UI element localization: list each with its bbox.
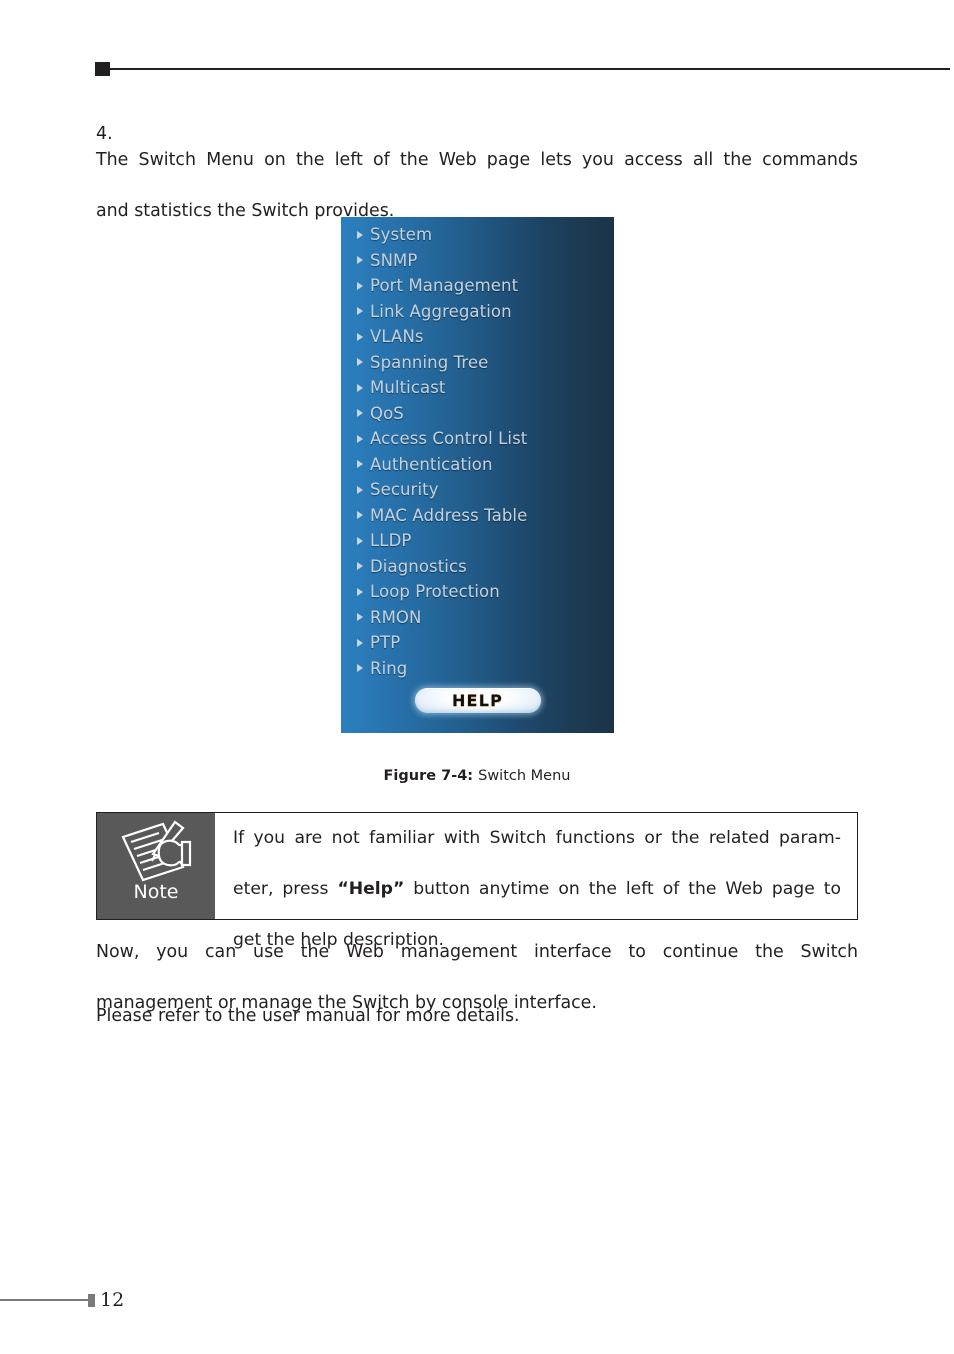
step-line-1: The Switch Menu on the left of the Web p… xyxy=(96,149,858,170)
menu-item-mac-address-table[interactable]: MAC Address Table xyxy=(341,503,614,529)
menu-item-label: Link Aggregation xyxy=(370,301,512,321)
chevron-right-icon xyxy=(357,332,363,341)
chevron-right-icon xyxy=(357,562,363,571)
step-paragraph: 4. The Switch Menu on the left of the We… xyxy=(96,122,858,224)
menu-item-link-aggregation[interactable]: Link Aggregation xyxy=(341,299,614,325)
menu-item-label: SNMP xyxy=(370,250,418,270)
menu-item-system[interactable]: System xyxy=(341,222,614,248)
note-writing-hand-icon xyxy=(119,820,193,882)
help-button[interactable]: HELP xyxy=(414,688,541,713)
note-label: Note xyxy=(133,881,179,903)
chevron-right-icon xyxy=(357,358,363,367)
switch-menu-panel: System SNMP Port Management Link Aggrega… xyxy=(341,217,614,733)
menu-item-snmp[interactable]: SNMP xyxy=(341,248,614,274)
chevron-right-icon xyxy=(357,664,363,673)
menu-item-vlans[interactable]: VLANs xyxy=(341,324,614,350)
figure-number: Figure 7-4: xyxy=(383,768,474,784)
menu-item-diagnostics[interactable]: Diagnostics xyxy=(341,554,614,580)
figure-caption: Figure 7-4: Switch Menu xyxy=(0,768,954,784)
menu-item-ring[interactable]: Ring xyxy=(341,656,614,682)
note-line-2-suffix: button anytime on the left of the Web pa… xyxy=(404,879,841,899)
menu-item-multicast[interactable]: Multicast xyxy=(341,375,614,401)
note-icon-panel: Note xyxy=(97,813,215,919)
page-number: 12 xyxy=(100,1288,125,1311)
chevron-right-icon xyxy=(357,638,363,647)
menu-item-label: MAC Address Table xyxy=(370,505,528,525)
note-line-2: eter, press “Help” button anytime on the… xyxy=(233,877,841,928)
menu-item-port-management[interactable]: Port Management xyxy=(341,273,614,299)
menu-item-label: VLANs xyxy=(370,327,424,347)
menu-item-label: System xyxy=(370,225,433,245)
page-header-rule xyxy=(95,62,950,76)
menu-item-label: PTP xyxy=(370,633,401,653)
switch-menu-list: System SNMP Port Management Link Aggrega… xyxy=(341,222,614,681)
header-square-marker xyxy=(95,62,110,76)
chevron-right-icon xyxy=(357,511,363,520)
note-text: If you are not familiar with Switch func… xyxy=(215,813,857,950)
menu-item-rmon[interactable]: RMON xyxy=(341,605,614,631)
chevron-right-icon xyxy=(357,536,363,545)
chevron-right-icon xyxy=(357,383,363,392)
footer-square-marker xyxy=(88,1293,95,1307)
menu-item-label: Security xyxy=(370,480,439,500)
menu-item-spanning-tree[interactable]: Spanning Tree xyxy=(341,350,614,376)
menu-item-label: Loop Protection xyxy=(370,582,500,602)
chevron-right-icon xyxy=(357,613,363,622)
closing-paragraph-2: Please refer to the user manual for more… xyxy=(96,1004,858,1030)
chevron-right-icon xyxy=(357,307,363,316)
chevron-right-icon xyxy=(357,409,363,418)
menu-item-label: Ring xyxy=(370,658,408,678)
menu-item-loop-protection[interactable]: Loop Protection xyxy=(341,579,614,605)
menu-item-label: Authentication xyxy=(370,454,493,474)
chevron-right-icon xyxy=(357,485,363,494)
chevron-right-icon xyxy=(357,434,363,443)
chevron-right-icon xyxy=(357,256,363,265)
chevron-right-icon xyxy=(357,230,363,239)
note-line-2-prefix: eter, press xyxy=(233,879,338,899)
menu-item-authentication[interactable]: Authentication xyxy=(341,452,614,478)
help-keyword: “Help” xyxy=(337,879,405,899)
menu-item-qos[interactable]: QoS xyxy=(341,401,614,427)
note-box: Note If you are not familiar with Switch… xyxy=(96,812,858,950)
step-body: The Switch Menu on the left of the Web p… xyxy=(96,148,858,221)
chevron-right-icon xyxy=(357,587,363,596)
chevron-right-icon xyxy=(357,281,363,290)
menu-item-security[interactable]: Security xyxy=(341,477,614,503)
menu-item-label: QoS xyxy=(370,403,404,423)
menu-item-label: Diagnostics xyxy=(370,556,467,576)
closing-paragraph-2-text: Please refer to the user manual for more… xyxy=(96,1006,520,1026)
menu-item-access-control-list[interactable]: Access Control List xyxy=(341,426,614,452)
menu-item-lldp[interactable]: LLDP xyxy=(341,528,614,554)
help-button-container: HELP xyxy=(341,688,614,713)
menu-item-label: Port Management xyxy=(370,276,519,296)
menu-item-label: Spanning Tree xyxy=(370,352,489,372)
page-footer: 12 xyxy=(0,1290,954,1310)
figure-title: Switch Menu xyxy=(478,768,571,784)
menu-item-label: Multicast xyxy=(370,378,446,398)
step-number: 4. xyxy=(96,124,113,144)
header-line xyxy=(110,68,950,70)
chevron-right-icon xyxy=(357,460,363,469)
menu-item-ptp[interactable]: PTP xyxy=(341,630,614,656)
menu-item-label: Access Control List xyxy=(370,429,528,449)
note-line-1: If you are not familiar with Switch func… xyxy=(233,828,841,848)
footer-line xyxy=(0,1299,88,1301)
menu-item-label: LLDP xyxy=(370,531,412,551)
menu-item-label: RMON xyxy=(370,607,422,627)
closing-paragraph-1-line-1: Now, you can use the Web management inte… xyxy=(96,942,858,962)
